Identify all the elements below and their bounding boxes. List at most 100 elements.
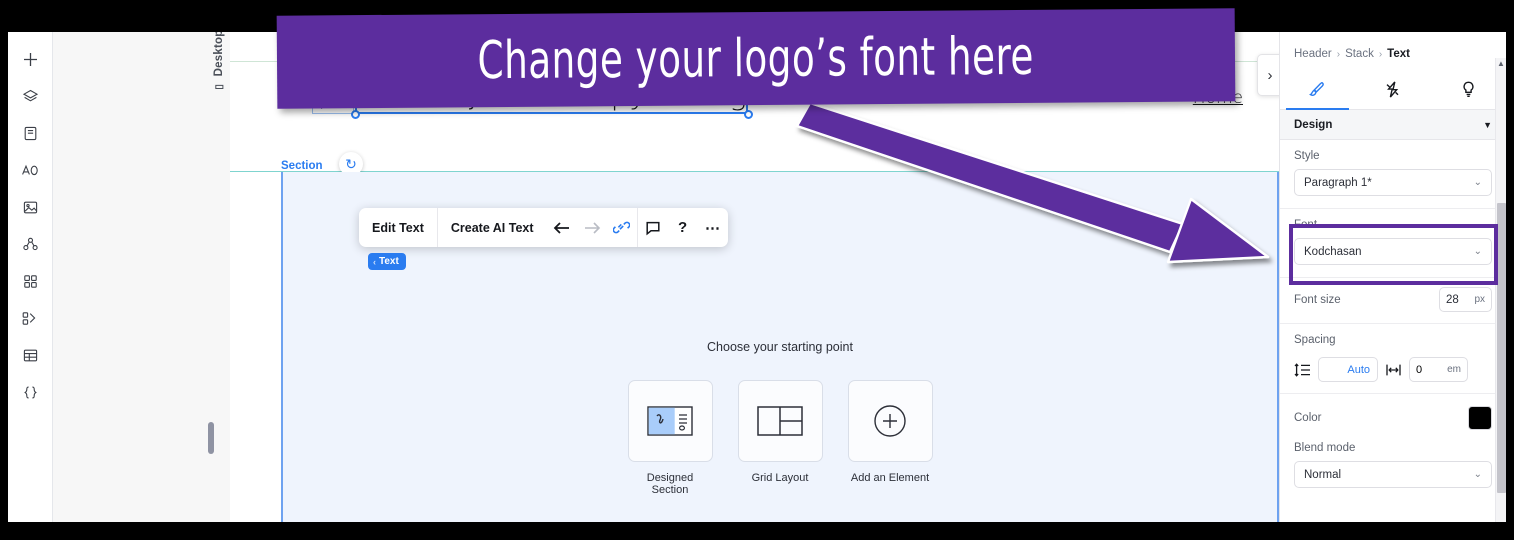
apps-icon[interactable] — [15, 266, 45, 296]
font-select-value: Kodchasan — [1304, 245, 1362, 258]
tab-animation[interactable] — [1355, 70, 1430, 109]
line-height-input[interactable]: Auto — [1318, 357, 1378, 382]
help-button[interactable]: ? — [668, 208, 698, 247]
canvas-area: ▭ Desktop (Primary) Robert Jordan Copywr… — [53, 32, 1279, 522]
font-section: Font Kodchasan ⌄ — [1280, 209, 1506, 277]
redo-button[interactable] — [577, 208, 607, 247]
breadcrumb-item-header[interactable]: Header — [1294, 48, 1332, 60]
letter-spacing-value: 0 — [1416, 363, 1423, 376]
lightning-icon — [1387, 81, 1399, 98]
dev-mode-icon[interactable] — [15, 303, 45, 333]
paintbrush-icon — [1309, 82, 1325, 96]
card-designed-section[interactable]: Designed Section — [627, 380, 713, 496]
breadcrumb-item-stack[interactable]: Stack — [1345, 48, 1374, 60]
arrow-left-icon — [553, 221, 569, 234]
canvas-scrollbar-handle[interactable] — [208, 422, 214, 454]
element-toolbar: Edit Text Create AI Text ? ⋯ — [359, 208, 728, 247]
spacing-label: Spacing — [1294, 334, 1336, 346]
color-swatch[interactable] — [1468, 406, 1492, 430]
style-select-value: Paragraph 1* — [1304, 176, 1372, 189]
card-grid-layout-label: Grid Layout — [751, 472, 809, 484]
scrollbar-thumb[interactable] — [1497, 203, 1506, 493]
selected-element-badge[interactable]: ‹ Text — [368, 253, 406, 270]
design-section-header[interactable]: Design ▼ — [1280, 110, 1506, 140]
comment-icon — [645, 221, 660, 235]
more-options-button[interactable]: ⋯ — [698, 208, 728, 247]
spacing-controls: Auto 0 em — [1280, 357, 1506, 393]
resize-handle-bl[interactable] — [351, 110, 360, 119]
table-icon[interactable] — [15, 340, 45, 370]
undo-button[interactable] — [547, 208, 577, 247]
design-section-title: Design — [1294, 118, 1333, 131]
breadcrumb: Header › Stack › Text — [1280, 32, 1506, 60]
text-caret-marker: ✛ — [535, 83, 548, 100]
image-icon[interactable] — [15, 192, 45, 222]
style-section: Style Paragraph 1* ⌄ — [1280, 140, 1506, 208]
logo-image[interactable] — [312, 80, 354, 114]
logo-text[interactable]: Robert Jordan Copywriting — [362, 78, 747, 112]
resize-handle-ml[interactable] — [351, 91, 360, 100]
resize-handle-tr[interactable] — [744, 72, 753, 81]
chevron-right-icon: › — [1267, 66, 1273, 84]
chevron-down-icon[interactable]: ▼ — [1483, 120, 1492, 130]
font-size-unit: px — [1474, 294, 1485, 305]
code-icon[interactable] — [15, 377, 45, 407]
font-label: Font — [1294, 219, 1318, 231]
blend-mode-select[interactable]: Normal ⌄ — [1294, 461, 1492, 488]
comment-button[interactable] — [638, 208, 668, 247]
inspector-scrollbar[interactable]: ▲ — [1495, 58, 1506, 522]
device-label: ▭ Desktop (Primary) — [213, 32, 225, 93]
card-add-element[interactable]: Add an Element — [847, 380, 933, 496]
panel-collapse-button[interactable]: › — [1257, 54, 1279, 96]
scroll-up-arrow[interactable]: ▲ — [1496, 58, 1506, 70]
rotate-icon: ↻ — [345, 155, 357, 172]
link-button[interactable] — [607, 208, 637, 247]
breadcrumb-item-text[interactable]: Text — [1387, 48, 1410, 60]
nav-link-home[interactable]: Home — [1193, 88, 1243, 108]
breadcrumb-separator-2: › — [1378, 48, 1383, 60]
inspector-tabs — [1280, 70, 1506, 110]
font-size-input[interactable]: 28 px — [1439, 287, 1492, 312]
layers-icon[interactable] — [15, 81, 45, 111]
card-grid-layout-box[interactable] — [737, 380, 823, 462]
card-grid-layout[interactable]: Grid Layout — [737, 380, 823, 496]
pages-icon[interactable] — [15, 118, 45, 148]
monitor-icon: ▭ — [214, 81, 224, 93]
section-label: Section — [281, 160, 323, 172]
blend-mode-value: Normal — [1304, 468, 1342, 481]
chevron-down-icon: ⌄ — [1473, 469, 1482, 480]
designed-section-icon — [647, 406, 693, 436]
letter-spacing-unit: em — [1447, 364, 1461, 375]
line-height-icon — [1294, 362, 1310, 377]
add-element-icon — [874, 405, 906, 437]
card-add-element-label: Add an Element — [850, 472, 930, 484]
edit-text-button[interactable]: Edit Text — [359, 221, 437, 235]
chevron-down-icon: ⌄ — [1473, 177, 1482, 188]
device-label-text: Desktop (Primary) — [213, 32, 225, 76]
card-add-element-box[interactable] — [847, 380, 933, 462]
card-designed-section-box[interactable] — [627, 380, 713, 462]
resize-handle-mr[interactable] — [744, 91, 753, 100]
font-size-value: 28 — [1446, 293, 1459, 306]
font-select[interactable]: Kodchasan ⌄ — [1294, 238, 1492, 265]
letter-spacing-input[interactable]: 0 em — [1409, 357, 1468, 382]
card-designed-section-label: Designed Section — [646, 472, 694, 496]
chevron-left-icon: ‹ — [373, 256, 376, 267]
create-ai-text-button[interactable]: Create AI Text — [438, 221, 547, 235]
arrow-right-icon — [584, 221, 600, 234]
tab-design[interactable] — [1280, 70, 1355, 110]
color-row: Color — [1280, 394, 1506, 440]
blend-mode-label: Blend mode — [1294, 442, 1356, 454]
text-icon[interactable] — [15, 155, 45, 185]
selected-element-badge-label: Text — [379, 256, 399, 267]
line-height-value: Auto — [1347, 363, 1370, 376]
spacing-section: Spacing — [1280, 324, 1506, 357]
cms-icon[interactable] — [15, 229, 45, 259]
editor-window: ▭ Desktop (Primary) Robert Jordan Copywr… — [8, 32, 1506, 522]
color-label: Color — [1294, 412, 1322, 424]
resize-handle-tl[interactable] — [351, 72, 360, 81]
starting-point-cards: Designed Section Grid Layout Add an Elem… — [283, 380, 1277, 496]
style-select[interactable]: Paragraph 1* ⌄ — [1294, 169, 1492, 196]
resize-handle-br[interactable] — [744, 110, 753, 119]
add-icon[interactable] — [15, 44, 45, 74]
